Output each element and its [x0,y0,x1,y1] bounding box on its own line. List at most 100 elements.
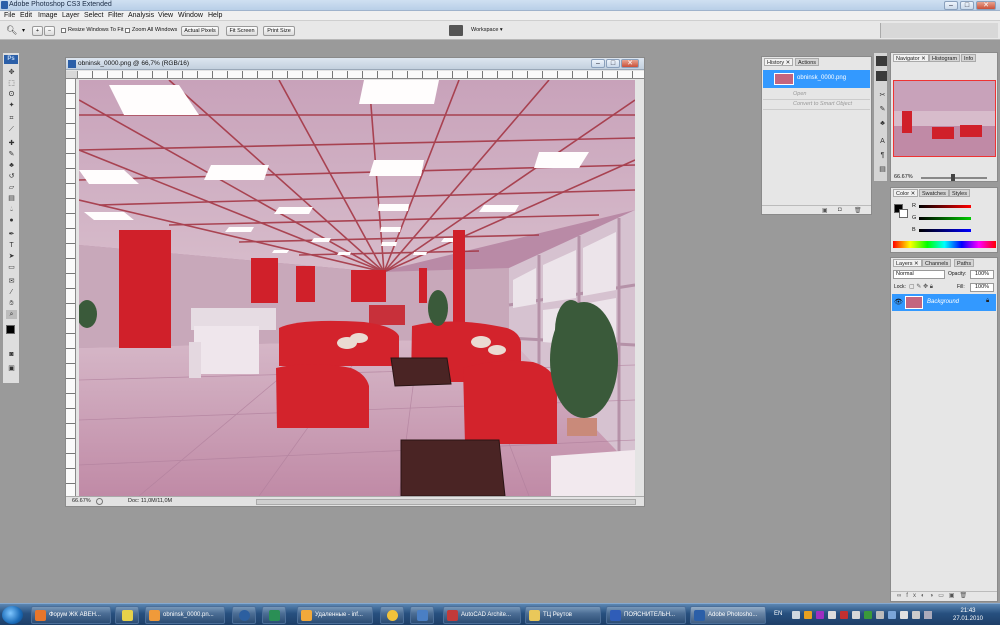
crop-tool-icon[interactable]: ⌗ [6,114,17,123]
menu-filter[interactable]: Filter [108,12,124,19]
tool-preset-arrow-icon[interactable]: ▾ [22,27,25,34]
new-document-icon[interactable]: ▣ [822,207,828,214]
taskbar-item[interactable]: ТЦ Реутов [525,606,601,624]
healing-brush-tool-icon[interactable]: ✚ [6,139,17,148]
history-snapshot[interactable]: obninsk_0000.png [763,70,870,88]
dodge-tool-icon[interactable]: ● [6,216,17,225]
menu-analysis[interactable]: Analysis [128,12,154,19]
tray-icon[interactable] [864,611,872,619]
layer-row[interactable]: 👁︎ Background 🔒︎ [892,294,996,311]
color-background[interactable] [899,209,908,218]
tray-icon[interactable] [804,611,812,619]
delete-icon[interactable]: 🗑︎ [854,207,862,214]
tab-layers[interactable]: Layers ✕ [893,259,922,267]
fit-screen-button[interactable]: Fit Screen [226,26,258,36]
tray-icon[interactable] [792,611,800,619]
tab-histogram[interactable]: Histogram [929,54,961,62]
tray-icon[interactable] [828,611,836,619]
print-size-button[interactable]: Print Size [263,26,295,36]
menu-file[interactable]: File [4,12,15,19]
path-selection-tool-icon[interactable]: ➤ [6,252,17,261]
doc-maximize-button[interactable]: □ [606,59,620,68]
menu-image[interactable]: Image [38,12,57,19]
zoom-tool-icon[interactable]: 🔍︎ [6,25,17,36]
eyedropper-tool-icon[interactable]: ⁄ [6,288,17,297]
workspace-menu[interactable]: Workspace ▾ [471,27,503,33]
taskbar-item[interactable] [262,606,286,624]
menu-help[interactable]: Help [208,12,222,19]
close-button[interactable]: ✕ [976,1,996,10]
blur-tool-icon[interactable]: 💧︎ [6,205,17,214]
tab-history[interactable]: History ✕ [764,58,794,66]
tray-icon[interactable] [876,611,884,619]
blend-mode-select[interactable]: Normal [893,270,945,279]
brush-tool-icon[interactable]: ✎ [6,150,17,159]
status-zoom[interactable]: 66.67% [72,498,91,504]
gradient-tool-icon[interactable]: ▤ [6,194,17,203]
opacity-field[interactable]: 100% [970,270,994,279]
zoom-tool-icon[interactable]: ⌕ [6,310,17,319]
menu-view[interactable]: View [158,12,173,19]
doc-minimize-button[interactable]: – [591,59,605,68]
channel-g-slider[interactable] [919,217,971,220]
color-spectrum[interactable] [893,241,996,248]
doc-close-button[interactable]: ✕ [621,59,639,68]
foreground-color-swatch[interactable] [6,325,15,334]
new-snapshot-icon[interactable]: ◘ [838,207,842,213]
tab-navigator[interactable]: Navigator ✕ [893,54,929,62]
lasso-tool-icon[interactable]: ʘ [6,90,17,99]
tab-color[interactable]: Color ✕ [893,189,919,197]
visibility-eye-icon[interactable]: 👁︎ [894,298,903,306]
language-indicator[interactable]: EN [774,611,782,617]
menu-edit[interactable]: Edit [20,12,32,19]
tray-icon[interactable] [840,611,848,619]
tab-styles[interactable]: Styles [949,189,970,197]
slice-tool-icon[interactable]: ⟋ [6,125,17,134]
screen-mode-icon[interactable]: ▣ [6,364,17,373]
status-menu-icon[interactable] [96,498,103,505]
tool-presets-icon[interactable]: ✂ [877,91,888,100]
channel-r-slider[interactable] [919,205,971,208]
tab-info[interactable]: Info [961,54,977,62]
zoom-slider-thumb[interactable] [951,174,955,181]
history-item[interactable]: Open [763,90,870,100]
quick-mask-icon[interactable]: ◙ [6,350,17,359]
ruler-origin[interactable] [66,71,78,79]
taskbar-item[interactable]: Удаленные - inf... [297,606,373,624]
magic-wand-tool-icon[interactable]: ✦ [6,101,17,110]
eraser-tool-icon[interactable]: ▱ [6,183,17,192]
menu-layer[interactable]: Layer [62,12,80,19]
marquee-tool-icon[interactable]: ⬚ [6,79,17,88]
taskbar-item[interactable] [410,606,434,624]
actual-pixels-button[interactable]: Actual Pixels [181,26,219,36]
taskbar-item[interactable]: ПОЯСНИТЕЛЬН... [606,606,686,624]
tray-icon[interactable] [888,611,896,619]
menu-select[interactable]: Select [84,12,103,19]
horizontal-ruler[interactable] [78,71,644,79]
maximize-button[interactable]: □ [960,1,974,10]
tab-paths[interactable]: Paths [954,259,975,267]
tray-icon[interactable] [852,611,860,619]
move-tool-icon[interactable]: ✥ [6,68,17,77]
tray-icon[interactable] [816,611,824,619]
image-canvas[interactable] [79,80,635,496]
clone-stamp-tool-icon[interactable]: ♣ [6,161,17,170]
notes-tool-icon[interactable]: ✉ [6,277,17,286]
taskbar-item[interactable]: AutoCAD Archite... [443,606,521,624]
vertical-ruler[interactable] [66,79,76,496]
navigator-preview[interactable] [893,80,996,157]
horizontal-scrollbar[interactable] [256,499,636,505]
taskbar-item[interactable] [232,606,256,624]
character-icon[interactable]: A [877,137,888,146]
history-dock-icon[interactable] [876,56,887,66]
hand-tool-icon[interactable]: ✋︎ [6,299,17,308]
fill-field[interactable]: 100% [970,283,994,292]
menu-window[interactable]: Window [178,12,203,19]
network-icon[interactable] [924,611,932,619]
clone-source-icon[interactable]: ♣ [877,119,888,128]
zoom-in-icon[interactable]: + [32,26,43,36]
layer-comps-icon[interactable]: ▤ [877,165,888,174]
actions-dock-icon[interactable] [876,71,887,81]
zoom-all-checkbox[interactable] [125,28,130,33]
document-title-bar[interactable]: obninsk_0000.png @ 66,7% (RGB/16) – □ ✕ [66,58,644,70]
